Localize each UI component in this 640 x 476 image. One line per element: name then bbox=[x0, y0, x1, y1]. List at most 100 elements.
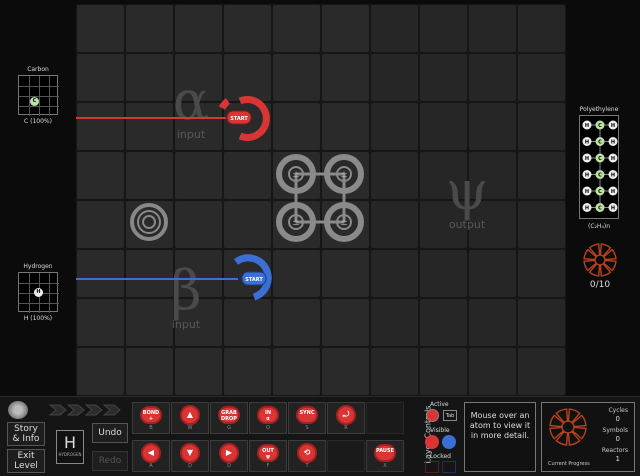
redo-button[interactable]: Redo bbox=[92, 451, 128, 471]
speed-controls[interactable] bbox=[48, 402, 128, 416]
instruction-hotkey: W bbox=[187, 425, 193, 431]
instruction-slot-empty bbox=[327, 440, 365, 472]
carbon-atom-symbol: C bbox=[598, 140, 602, 146]
progress-petal bbox=[599, 243, 612, 258]
instruction-label: ▼ bbox=[180, 443, 200, 463]
progress-petal bbox=[549, 414, 565, 428]
progress-petal bbox=[571, 414, 587, 428]
progress-petal bbox=[588, 243, 601, 258]
stats-box: Current Progress Cycles 0 Symbols 0 Reac… bbox=[541, 402, 635, 472]
hydrogen-atom-symbol: H bbox=[585, 189, 589, 195]
instruction-bottom-4[interactable]: ⟲ T bbox=[288, 440, 326, 472]
instruction-bottom-6[interactable]: PAUSE X bbox=[366, 440, 404, 472]
fast-forward-icon bbox=[48, 404, 121, 416]
instruction-hotkey: A bbox=[149, 463, 153, 469]
sensor[interactable] bbox=[130, 203, 168, 241]
instruction-bottom-2[interactable]: ▶ D bbox=[210, 440, 248, 472]
hydrogen-atom-symbol: H bbox=[611, 156, 615, 162]
blue-start-label: START bbox=[245, 277, 263, 283]
element-caption: HYDROGEN bbox=[58, 452, 82, 457]
hydrogen-atom-symbol: H bbox=[585, 140, 589, 146]
carbon-atom-symbol: C bbox=[598, 123, 602, 129]
instruction-top-5[interactable]: ⤾ R bbox=[327, 402, 365, 434]
bottom-toolbar: Story & Info Exit Level H HYDROGEN Undo … bbox=[0, 396, 640, 476]
locked-label: Locked bbox=[430, 453, 451, 460]
blue-waldo[interactable]: START bbox=[233, 254, 272, 301]
hydrogen-atom-symbol: H bbox=[585, 156, 589, 162]
input-panel-carbon[interactable]: Carbon C C (100%) bbox=[12, 66, 64, 125]
output-molecule-grid: H C H H C H H C H H C H H C H H C H bbox=[579, 115, 619, 219]
instruction-hotkey: Q bbox=[266, 425, 270, 431]
atom-hint-box: Mouse over an atom to view it in more de… bbox=[464, 402, 536, 472]
progress-petal bbox=[599, 262, 612, 277]
instruction-hotkey: F bbox=[266, 463, 270, 469]
progress-petal bbox=[549, 426, 565, 440]
locked-red-layer[interactable] bbox=[425, 461, 439, 473]
cycles-value: 0 bbox=[615, 415, 620, 423]
symbols-label: Symbols bbox=[602, 427, 628, 434]
instruction-label: ▶ bbox=[219, 443, 239, 463]
instruction-label: GRAB DROP bbox=[218, 406, 240, 424]
instruction-hotkey: T bbox=[305, 463, 309, 469]
carbon-atom-symbol: C bbox=[598, 206, 602, 212]
bonder-symbol: ± bbox=[340, 170, 348, 180]
instruction-top-4[interactable]: SYNC S bbox=[288, 402, 326, 434]
instruction-bottom-3[interactable]: OUT ψF bbox=[249, 440, 287, 472]
input-molecule-grid-carbon: C bbox=[18, 75, 59, 116]
input-formula-hydrogen: H (100%) bbox=[23, 315, 53, 322]
input-panel-hydrogen[interactable]: Hydrogen H H (100%) bbox=[12, 263, 64, 322]
instruction-label: ⤾ bbox=[336, 405, 356, 425]
instruction-hotkey: G bbox=[227, 425, 231, 431]
game-screen: Carbon C C (100%) Hydrogen H H (100%) α … bbox=[0, 0, 640, 476]
instruction-top-2[interactable]: GRAB DROP G bbox=[210, 402, 248, 434]
output-progress-indicator bbox=[582, 242, 618, 278]
hydrogen-atom-symbol: H bbox=[585, 123, 589, 129]
instruction-bottom-1[interactable]: ▼ D bbox=[171, 440, 209, 472]
hydrogen-atom-symbol: H bbox=[611, 189, 615, 195]
instruction-top-0[interactable]: BOND + B bbox=[132, 402, 170, 434]
cycles-label: Cycles bbox=[608, 407, 628, 414]
instruction-hotkey: R bbox=[344, 425, 348, 431]
story-info-button[interactable]: Story & Info bbox=[7, 422, 45, 446]
carbon-atom-symbol: C bbox=[598, 156, 602, 162]
instruction-top-3[interactable]: IN αQ bbox=[249, 402, 287, 434]
input-molecule-grid-hydrogen: H bbox=[18, 272, 59, 313]
input-formula-carbon: C (100%) bbox=[24, 118, 52, 125]
reactor-grid[interactable]: α input β input ψ output ± ± ± ± START S… bbox=[76, 4, 566, 396]
progress-petal bbox=[555, 430, 569, 446]
active-red-layer[interactable] bbox=[426, 409, 439, 422]
carbon-atom-symbol: C bbox=[598, 189, 602, 195]
gear-icon[interactable] bbox=[8, 401, 28, 419]
exit-level-button[interactable]: Exit Level bbox=[7, 449, 45, 473]
instruction-hotkey: B bbox=[149, 425, 153, 431]
output-panel-polyethylene[interactable]: Polyethylene H C H H C H H C H H C H H C H H C H (C₂H₄)n bbox=[570, 106, 628, 230]
instruction-top-1[interactable]: ▲ W bbox=[171, 402, 209, 434]
visible-blue-layer[interactable] bbox=[442, 435, 456, 449]
hydrogen-atom-symbol: H bbox=[611, 123, 615, 129]
reactors-label: Reactors bbox=[601, 447, 628, 454]
progress-petal bbox=[567, 408, 581, 424]
instruction-label: IN α bbox=[257, 406, 279, 424]
bonder-symbol: ± bbox=[340, 218, 348, 228]
element-selector[interactable]: H HYDROGEN bbox=[56, 430, 84, 464]
visible-red-layer[interactable] bbox=[425, 435, 439, 449]
red-start-label: START bbox=[230, 116, 248, 122]
symbols-value: 0 bbox=[615, 435, 620, 443]
instruction-label: ▲ bbox=[180, 405, 200, 425]
undo-button[interactable]: Undo bbox=[92, 423, 128, 443]
instruction-slot-empty bbox=[366, 402, 404, 434]
reactor-overlay: ± ± ± ± START START bbox=[76, 96, 364, 301]
locked-blue-layer[interactable] bbox=[442, 461, 456, 473]
instruction-label: BOND + bbox=[140, 406, 162, 424]
current-progress-label: Current Progress bbox=[548, 461, 590, 467]
instruction-label: ◀ bbox=[141, 443, 161, 463]
progress-petals-icon bbox=[583, 243, 617, 277]
red-waldo[interactable]: START bbox=[218, 96, 270, 141]
atom-hint-text: Mouse over an atom to view it in more de… bbox=[469, 411, 531, 440]
progress-petal bbox=[567, 430, 581, 446]
progress-petal bbox=[583, 259, 598, 272]
hydrogen-atom-symbol: H bbox=[611, 140, 615, 146]
progress-petal bbox=[588, 262, 601, 277]
instruction-bottom-0[interactable]: ◀ A bbox=[132, 440, 170, 472]
polyethylene-structure: H C H H C H H C H H C H H C H H C H bbox=[582, 120, 618, 212]
